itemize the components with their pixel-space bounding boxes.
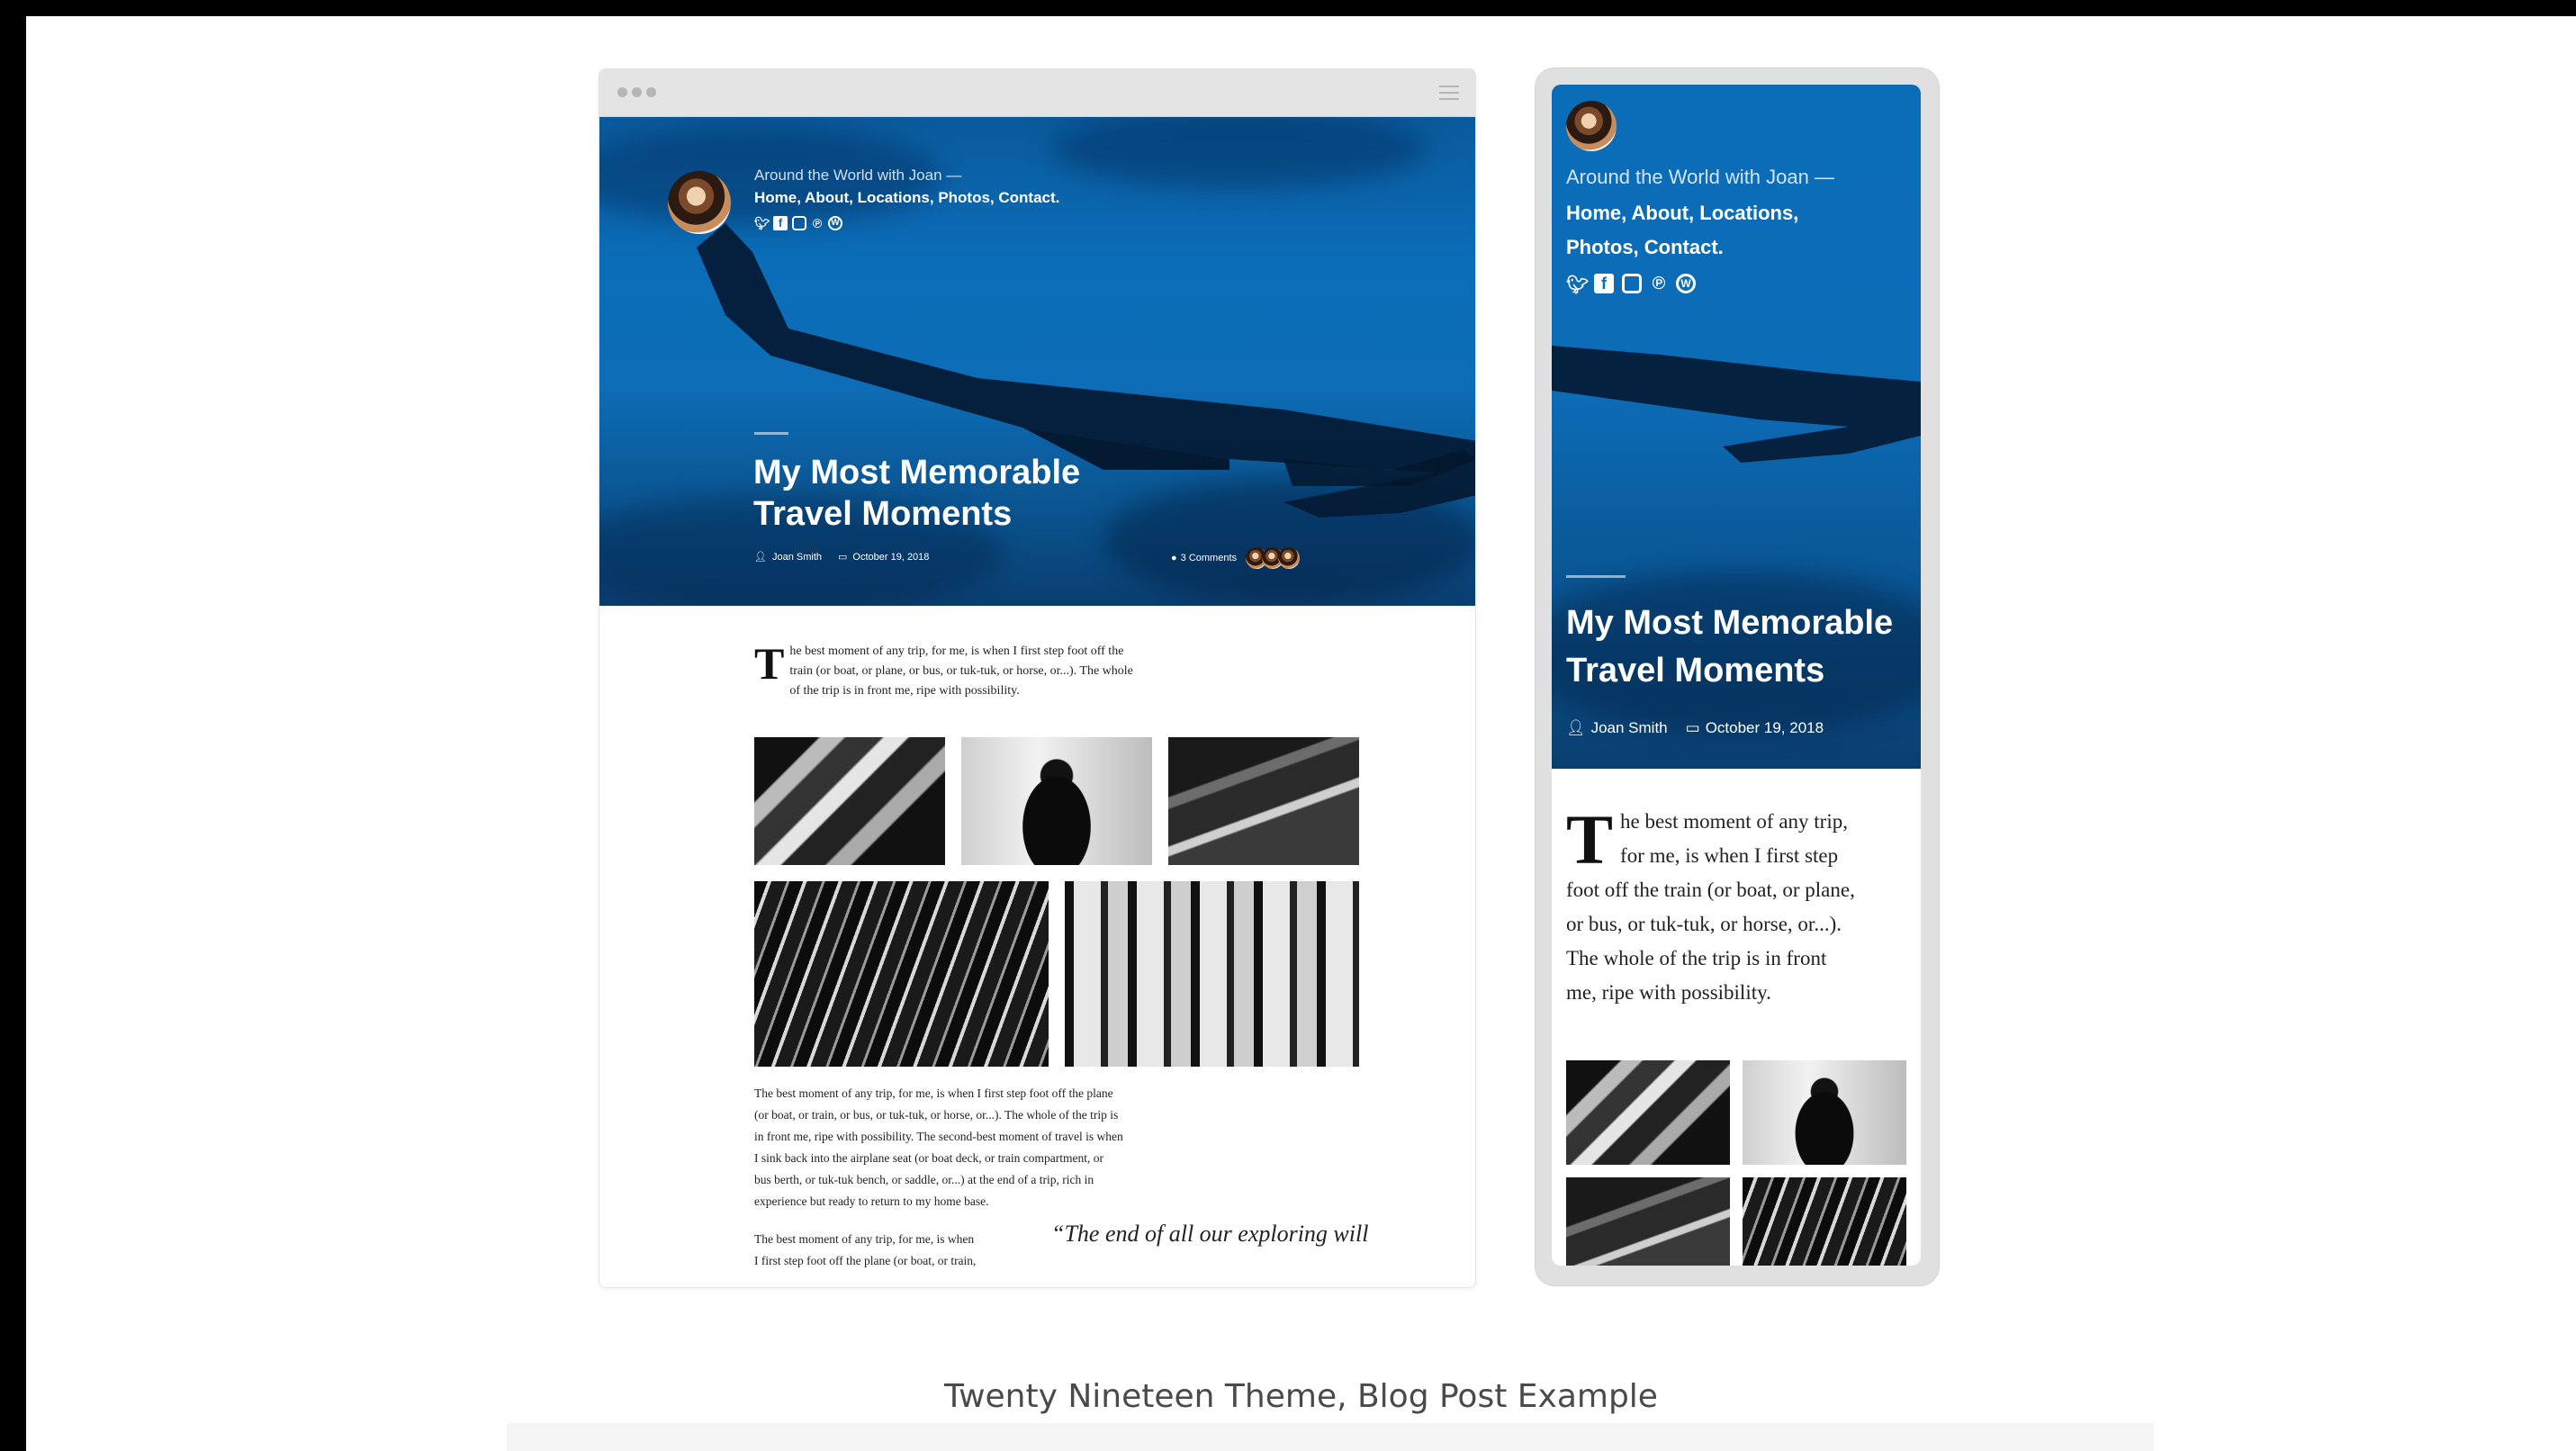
caption-background-bar	[507, 1423, 2154, 1451]
comment-icon: ●	[1171, 553, 1177, 563]
post-date[interactable]: October 19, 2018	[1706, 719, 1824, 737]
phone-mockup: Around the World with Joan — Home, About…	[1535, 68, 1940, 1286]
calendar-icon: ▭	[838, 552, 848, 563]
title-divider	[754, 432, 788, 435]
body-line: I sink back into the airplane seat (or b…	[754, 1151, 1103, 1165]
body-line: experience but ready to return to my hom…	[754, 1194, 989, 1208]
nav-line[interactable]: Photos, Contact.	[1566, 230, 1798, 265]
comments-link[interactable]: 3 Comments	[1181, 553, 1237, 563]
site-title[interactable]: Around the World with Joan —	[1566, 166, 1834, 189]
wordpress-icon[interactable]: W	[1676, 274, 1696, 293]
intro-line: me, ripe with possibility.	[1566, 981, 1771, 1004]
gallery-photo-traveler[interactable]	[1743, 1060, 1906, 1165]
hero-header: Around the World with Joan — Home, About…	[1552, 85, 1921, 769]
gallery-photo-train-platform[interactable]	[1566, 1177, 1730, 1266]
gallery-photo-traveler[interactable]	[961, 737, 1152, 865]
drop-cap: T	[1566, 800, 1614, 879]
gallery-photo-glass-roof[interactable]	[1743, 1177, 1906, 1266]
wordpress-icon[interactable]: W	[828, 216, 842, 230]
body-line: I first step foot off the plane (or boat…	[754, 1254, 977, 1267]
body-paragraph: The best moment of any trip, for me, is …	[754, 1229, 1042, 1272]
hero-header: Around the World with Joan — Home, About…	[599, 117, 1475, 606]
nav-line[interactable]: Home, About, Locations,	[1566, 196, 1798, 230]
commenter-avatar	[1278, 547, 1301, 569]
instagram-icon[interactable]	[1622, 274, 1642, 293]
title-divider	[1566, 575, 1626, 578]
intro-paragraph: T he best moment of any trip, for me, is…	[1566, 805, 1910, 1010]
gallery-photo-glass-roof[interactable]	[754, 881, 1049, 1067]
window-dot-icon	[632, 87, 642, 97]
hamburger-menu-icon[interactable]	[1439, 86, 1459, 100]
browser-chrome	[599, 69, 1475, 117]
twitter-icon[interactable]: 🐦︎	[754, 216, 770, 231]
intro-line: of the trip is in front me, ripe with po…	[789, 684, 1020, 698]
intro-line: or bus, or tuk-tuk, or horse, or...).	[1566, 913, 1842, 935]
pinterest-icon[interactable]: ℗	[1650, 274, 1668, 296]
facebook-icon[interactable]: f	[773, 216, 788, 230]
author-link[interactable]: Joan Smith	[772, 552, 822, 563]
drop-cap: T	[754, 638, 785, 689]
comments-meta: ● 3 Comments	[1171, 547, 1301, 569]
body-line: The best moment of any trip, for me, is …	[754, 1086, 1113, 1100]
site-title[interactable]: Around the World with Joan —	[754, 167, 961, 185]
window-dot-icon	[646, 87, 656, 97]
body-line: in front me, ripe with possibility. The …	[754, 1130, 1123, 1143]
avatar[interactable]	[668, 171, 731, 234]
post-content: T he best moment of any trip, for me, is…	[599, 606, 1475, 1287]
post-title: My Most Memorable Travel Moments	[1566, 599, 1893, 695]
social-links: 🐦︎ f ℗ W	[754, 216, 842, 231]
gallery-photo-train-platform[interactable]	[1168, 737, 1359, 865]
intro-line: he best moment of any trip, for me, is w…	[789, 644, 1124, 658]
social-links: 🐦︎ f ℗ W	[1566, 274, 1696, 296]
intro-line: for me, is when I first step	[1620, 844, 1839, 867]
twitter-icon[interactable]: 🐦︎	[1566, 274, 1589, 296]
author-icon: 👤︎	[1566, 719, 1586, 736]
gallery-photo-station-arches[interactable]	[1065, 881, 1359, 1067]
instagram-icon[interactable]	[792, 216, 806, 230]
phone-screen: Around the World with Joan — Home, About…	[1552, 85, 1921, 1266]
author-icon: 👤︎	[754, 552, 767, 563]
pinterest-icon[interactable]: ℗	[811, 216, 824, 231]
body-line: (or boat, or train, or bus, or tuk-tuk, …	[754, 1108, 1119, 1122]
body-line: The best moment of any trip, for me, is …	[754, 1232, 975, 1246]
intro-line: train (or boat, or plane, or bus, or tuk…	[789, 664, 1133, 678]
intro-line: foot off the train (or boat, or plane,	[1566, 879, 1855, 901]
window-dot-icon	[617, 87, 627, 97]
post-title-line: My Most Memorable	[1566, 604, 1894, 642]
avatar[interactable]	[1566, 101, 1617, 151]
post-title-line: My Most Memorable	[753, 454, 1081, 491]
page-canvas: Around the World with Joan — Home, About…	[26, 16, 2576, 1451]
facebook-icon[interactable]: f	[1594, 274, 1614, 293]
main-navigation[interactable]: Home, About, Locations, Photos, Contact.	[1566, 196, 1798, 265]
gallery-photo-station-roof[interactable]	[754, 737, 945, 865]
post-date[interactable]: October 19, 2018	[852, 552, 929, 563]
desktop-browser-mockup: Around the World with Joan — Home, About…	[599, 68, 1476, 1288]
figure-caption: Twenty Nineteen Theme, Blog Post Example	[944, 1378, 1658, 1415]
author-link[interactable]: Joan Smith	[1591, 719, 1668, 737]
body-line: bus berth, or tuk-tuk bench, or saddle, …	[754, 1173, 1094, 1186]
calendar-icon: ▭	[1685, 719, 1700, 736]
main-navigation[interactable]: Home, About, Locations, Photos, Contact.	[754, 189, 1059, 207]
post-meta: 👤︎ Joan Smith ▭ October 19, 2018	[1566, 719, 1824, 737]
post-meta: 👤︎ Joan Smith ▭ October 19, 2018	[754, 551, 929, 563]
post-title-line: Travel Moments	[1566, 652, 1825, 689]
gallery-photo-station-roof[interactable]	[1566, 1060, 1730, 1165]
intro-line: The whole of the trip is in front	[1566, 947, 1827, 969]
intro-paragraph: T he best moment of any trip, for me, is…	[754, 638, 1240, 701]
pull-quote: “The end of all our exploring will	[1051, 1221, 1369, 1247]
post-title: My Most Memorable Travel Moments	[753, 452, 1080, 535]
intro-line: he best moment of any trip,	[1620, 810, 1848, 833]
post-title-line: Travel Moments	[753, 495, 1013, 533]
body-paragraph: The best moment of any trip, for me, is …	[754, 1083, 1258, 1212]
